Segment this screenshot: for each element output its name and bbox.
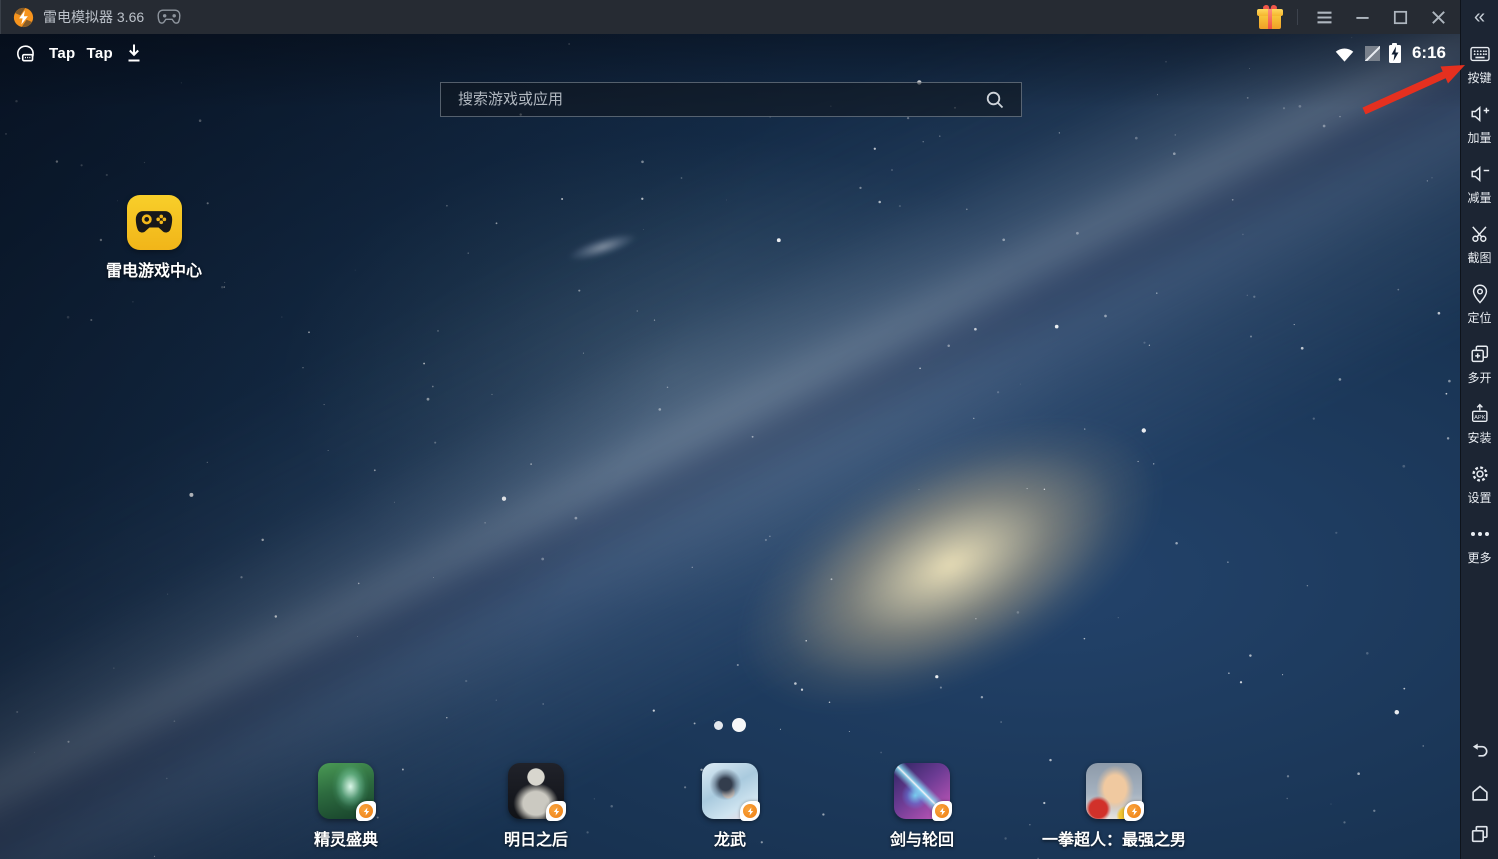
app-label: 剑与轮回 xyxy=(890,826,954,850)
titlebar-divider xyxy=(1297,9,1298,25)
wifi-icon xyxy=(1333,44,1356,63)
app-game-center[interactable]: 雷电游戏中心 xyxy=(94,195,214,281)
android-screen: Tap Tap 6:16 xyxy=(0,34,1460,859)
window-title: 雷电模拟器 3.66 xyxy=(43,7,144,27)
ldplayer-logo-icon xyxy=(13,7,34,28)
menu-button[interactable] xyxy=(1312,5,1336,29)
sidebar-item-install-apk[interactable]: APK 安装 xyxy=(1461,394,1498,454)
close-button[interactable] xyxy=(1426,5,1450,29)
no-signal-icon xyxy=(1365,46,1380,61)
search-icon[interactable] xyxy=(984,89,1006,111)
page-dot-inactive[interactable] xyxy=(714,721,723,730)
tap-notification-text: Tap xyxy=(86,45,112,62)
sidebar-item-settings[interactable]: 设置 xyxy=(1461,454,1498,514)
gamepad-icon xyxy=(156,8,182,26)
gear-icon xyxy=(1469,463,1491,485)
app-label: 一拳超人：最强之男 xyxy=(1042,826,1186,850)
app-icon xyxy=(318,763,374,819)
ldplayer-badge-icon xyxy=(356,801,376,821)
download-notification-icon xyxy=(124,42,144,64)
status-bar[interactable]: Tap Tap 6:16 xyxy=(0,34,1460,72)
ldplayer-badge-icon xyxy=(546,801,566,821)
dock-app-longwu[interactable]: 龙武 xyxy=(642,763,818,850)
volume-down-icon xyxy=(1469,163,1491,185)
app-icon xyxy=(702,763,758,819)
gift-icon[interactable] xyxy=(1257,5,1283,29)
recents-button[interactable] xyxy=(1469,823,1491,845)
ldplayer-window: 雷电模拟器 3.66 xyxy=(0,0,1498,859)
ldplayer-badge-icon xyxy=(740,801,760,821)
service-notification-icon xyxy=(14,41,38,65)
minimize-button[interactable] xyxy=(1350,5,1374,29)
galaxy-wallpaper xyxy=(0,34,1460,859)
sidebar-item-more[interactable]: 更多 xyxy=(1461,514,1498,574)
app-icon xyxy=(894,763,950,819)
app-icon xyxy=(1086,763,1142,819)
app-icon xyxy=(508,763,564,819)
multi-instance-icon xyxy=(1469,343,1491,365)
volume-up-icon xyxy=(1469,103,1491,125)
page-indicator xyxy=(714,718,746,732)
scissors-icon xyxy=(1469,223,1491,245)
battery-charging-icon xyxy=(1389,45,1401,63)
app-label: 明日之后 xyxy=(504,826,568,850)
dock-app-jingling-shengdian[interactable]: 精灵盛典 xyxy=(258,763,434,850)
keyboard-icon xyxy=(1469,43,1491,65)
game-center-icon xyxy=(127,195,182,250)
sidebar-item-screenshot[interactable]: 截图 xyxy=(1461,214,1498,274)
android-nav-buttons xyxy=(1469,741,1491,845)
app-label: 雷电游戏中心 xyxy=(106,257,202,281)
dock-app-yiquan-chaoren[interactable]: 一拳超人：最强之男 xyxy=(1026,763,1202,850)
sidebar-item-multi-instance[interactable]: 多开 xyxy=(1461,334,1498,394)
apk-install-icon: APK xyxy=(1469,403,1491,425)
back-button[interactable] xyxy=(1469,741,1491,763)
clock: 6:16 xyxy=(1412,43,1446,63)
location-pin-icon xyxy=(1469,283,1491,305)
app-label: 龙武 xyxy=(714,826,746,850)
search-input[interactable] xyxy=(456,90,984,109)
tap-notification-text: Tap xyxy=(49,45,75,62)
app-label: 精灵盛典 xyxy=(314,826,378,850)
dock-app-mingri-zhihou[interactable]: 明日之后 xyxy=(448,763,624,850)
window-titlebar: 雷电模拟器 3.66 xyxy=(0,0,1460,34)
sidebar-item-volume-up[interactable]: 加量 xyxy=(1461,94,1498,154)
more-dots-icon xyxy=(1469,523,1491,545)
ldplayer-badge-icon xyxy=(932,801,952,821)
page-dot-active[interactable] xyxy=(732,718,746,732)
svg-text:APK: APK xyxy=(1474,415,1486,421)
maximize-button[interactable] xyxy=(1388,5,1412,29)
home-button[interactable] xyxy=(1469,782,1491,804)
sidebar-item-keymapping[interactable]: 按键 xyxy=(1461,34,1498,94)
collapse-sidebar-button[interactable]: « xyxy=(1461,0,1498,34)
search-bar xyxy=(440,82,1022,117)
sidebar-item-volume-down[interactable]: 减量 xyxy=(1461,154,1498,214)
ldplayer-badge-icon xyxy=(1124,801,1144,821)
sidebar-item-location[interactable]: 定位 xyxy=(1461,274,1498,334)
dock-app-jian-yu-lunhui[interactable]: 剑与轮回 xyxy=(834,763,1010,850)
toolbar-sidebar: « 按键 加量 减量 截图 xyxy=(1460,0,1498,859)
